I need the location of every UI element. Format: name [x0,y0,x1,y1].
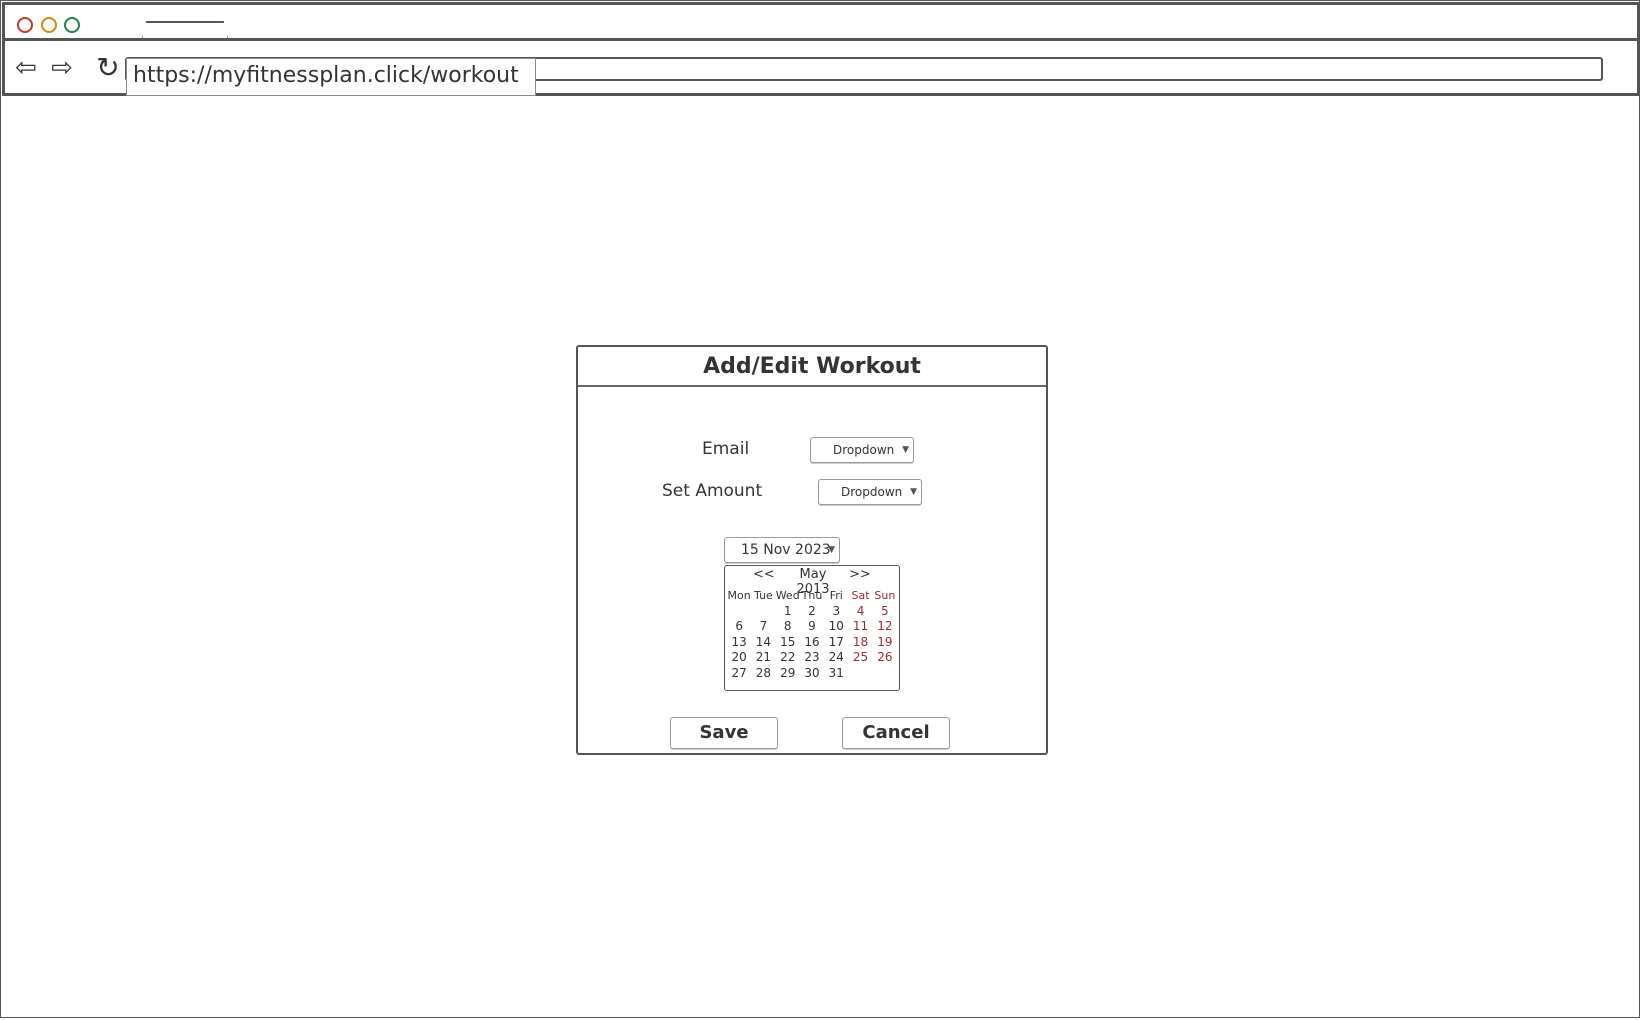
calendar-day[interactable]: 10 [824,619,848,635]
calendar-day[interactable]: 6 [727,619,751,635]
calendar-day[interactable]: 28 [751,666,775,682]
close-window-icon[interactable] [17,17,33,33]
email-dropdown[interactable]: Dropdown ▼ [810,437,914,463]
calendar-weekday: Fri [829,589,843,602]
calendar-day[interactable]: 2 [800,604,824,620]
calendar-empty-cell [873,666,897,682]
add-edit-workout-dialog: Add/Edit Workout Email Dropdown ▼ Set Am… [576,345,1048,755]
reload-icon[interactable]: ↻ [93,54,123,82]
email-label: Email [702,439,750,459]
calendar-day[interactable]: 14 [751,635,775,651]
chevron-down-icon: ▼ [828,545,835,555]
calendar-day[interactable]: 25 [848,650,872,666]
calendar-next-button[interactable]: >> [849,567,871,582]
calendar-day[interactable]: 4 [848,604,872,620]
calendar-day[interactable]: 15 [776,635,800,651]
calendar-empty-cell [848,666,872,682]
url-input[interactable]: https://myfitnessplan.click/workout [126,58,536,96]
calendar-day[interactable]: 11 [848,619,872,635]
calendar-day[interactable]: 23 [800,650,824,666]
calendar-day[interactable]: 8 [776,619,800,635]
calendar-weekday: Tue [754,589,773,602]
calendar-day[interactable]: 21 [751,650,775,666]
calendar-day[interactable]: 19 [873,635,897,651]
calendar-weekday: Thu [801,589,823,602]
cancel-button[interactable]: Cancel [842,717,950,749]
calendar-day[interactable]: 9 [800,619,824,635]
calendar-empty-cell [751,604,775,620]
back-arrow-icon[interactable]: ⇦ [11,55,41,81]
set-amount-dropdown[interactable]: Dropdown ▼ [818,479,922,505]
calendar-weekday: Sun [874,589,896,602]
set-amount-label: Set Amount [662,481,763,501]
calendar-day[interactable]: 20 [727,650,751,666]
calendar-day[interactable]: 16 [800,635,824,651]
calendar-day[interactable]: 3 [824,604,848,620]
calendar-prev-button[interactable]: << [753,567,775,582]
calendar-day[interactable]: 27 [727,666,751,682]
calendar-day[interactable]: 31 [824,666,848,682]
calendar-day[interactable]: 13 [727,635,751,651]
calendar-day[interactable]: 26 [873,650,897,666]
forward-arrow-icon[interactable]: ⇨ [47,55,77,81]
calendar-day[interactable]: 29 [776,666,800,682]
date-picker-dropdown[interactable]: 15 Nov 2023 ▼ [724,537,840,563]
calendar-weekday: Sat [851,589,870,602]
chevron-down-icon: ▼ [910,487,917,497]
calendar-day[interactable]: 17 [824,635,848,651]
set-amount-dropdown-value: Dropdown [841,485,903,499]
calendar: << May 2013 >> Mon Tue Wed Thu Fri Sat Sun 1 2 3 4… [724,565,900,691]
save-button[interactable]: Save [670,717,778,749]
email-dropdown-value: Dropdown [833,443,895,457]
chevron-down-icon: ▼ [902,445,909,455]
calendar-day[interactable]: 7 [751,619,775,635]
calendar-empty-cell [727,604,751,620]
browser-titlebar [2,2,1640,43]
calendar-day[interactable]: 12 [873,619,897,635]
dialog-title: Add/Edit Workout [578,347,1046,387]
calendar-day[interactable]: 1 [776,604,800,620]
calendar-day[interactable]: 5 [873,604,897,620]
calendar-day[interactable]: 18 [848,635,872,651]
calendar-grid: Mon Tue Wed Thu Fri Sat Sun 1 2 3 4 5 6 7 8 9 10 11 12 13 14… [727,588,897,681]
minimize-window-icon[interactable] [41,17,57,33]
calendar-weekday: Mon [727,589,751,602]
date-value: 15 Nov 2023 [741,542,831,558]
maximize-window-icon[interactable] [64,17,80,33]
calendar-day[interactable]: 24 [824,650,848,666]
calendar-weekday: Wed [775,589,800,602]
calendar-day[interactable]: 22 [776,650,800,666]
calendar-day[interactable]: 30 [800,666,824,682]
